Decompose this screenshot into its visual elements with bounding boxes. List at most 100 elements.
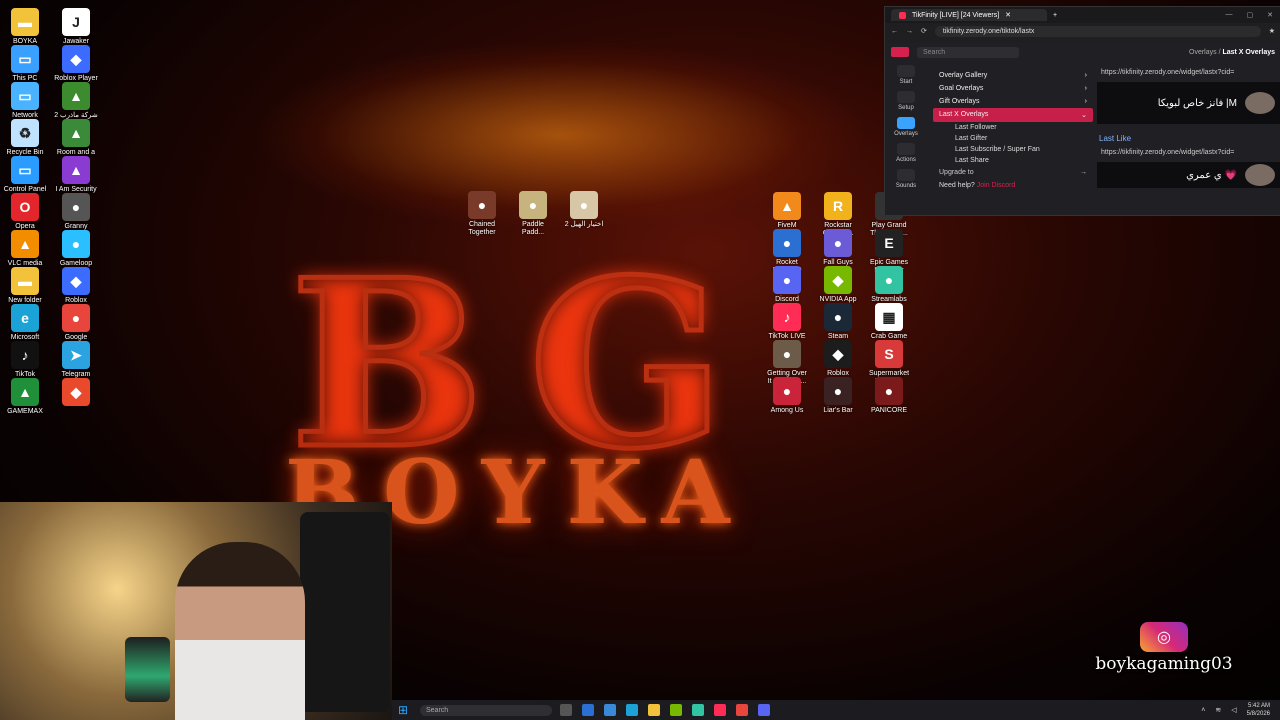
desktop-icon[interactable]: ▲ FiveM — [761, 192, 813, 230]
desktop-icon[interactable]: ● Liar's Bar — [812, 377, 864, 415]
file-explorer-icon[interactable] — [648, 704, 660, 716]
desktop-icon-label: PANICORE — [870, 407, 908, 414]
store-icon[interactable] — [604, 704, 616, 716]
app-icon: ● — [62, 193, 90, 221]
upgrade-button[interactable]: Upgrade to → — [933, 166, 1093, 179]
desktop-icon[interactable]: ● Steam — [812, 303, 864, 341]
clock[interactable]: 5:42 AM 5/8/2026 — [1247, 702, 1270, 718]
desktop-icon[interactable]: ● Chained Together — [456, 191, 508, 237]
desktop-icon[interactable]: ● Fall Guys — [812, 229, 864, 267]
task-view-icon[interactable] — [560, 704, 572, 716]
desktop-icon[interactable]: ▬ BOYKA — [0, 8, 51, 46]
desktop-icon[interactable]: ♻ Recycle Bin — [0, 119, 51, 157]
forward-icon[interactable]: → — [906, 28, 913, 35]
submenu-item[interactable]: Last Follower — [933, 122, 1093, 133]
desktop-icon-label: Among Us — [770, 407, 804, 414]
nav-item-label: Overlays — [894, 131, 918, 137]
taskbar: ⊞ Search ˄ ≋ ◁ 5:42 AM 5/8/2026 — [392, 700, 1280, 720]
browser-tab[interactable]: TikFinity [LIVE] [24 Viewers] ✕ — [891, 9, 1047, 21]
desktop-icon[interactable]: ▦ Crab Game — [863, 303, 915, 341]
windows-start-icon[interactable]: ⊞ — [398, 704, 412, 716]
menu-item-last-x-overlays[interactable]: Last X Overlays ⌄ — [933, 108, 1093, 122]
tab-bar: TikFinity [LIVE] [24 Viewers] ✕ + — ▢ ✕ — [885, 7, 1280, 23]
volume-icon[interactable]: ◁ — [1231, 706, 1236, 714]
desktop-icon[interactable]: ♪ TikTok — [0, 341, 51, 379]
desktop-icon[interactable]: J Jawaker — [50, 8, 102, 46]
edge-icon[interactable] — [626, 704, 638, 716]
streamer — [175, 542, 305, 720]
desktop-icon[interactable]: ➤ Telegram — [50, 341, 102, 379]
copilot-icon[interactable] — [582, 704, 594, 716]
desktop-icon[interactable]: ◆ Roblox Player — [50, 45, 102, 83]
tiktok-live-icon[interactable] — [714, 704, 726, 716]
back-icon[interactable]: ← — [891, 28, 898, 35]
app-icon: ● — [773, 377, 801, 405]
tab-title: TikFinity [LIVE] [24 Viewers] — [912, 11, 1000, 19]
app-icon: ◆ — [62, 45, 90, 73]
widget-url[interactable]: https://tikfinity.zerody.one/widget/last… — [1097, 65, 1280, 80]
widget-url-2[interactable]: https://tikfinity.zerody.one/widget/last… — [1097, 145, 1280, 160]
desktop-icon[interactable]: ▭ Network — [0, 82, 51, 120]
nvidia-icon[interactable] — [670, 704, 682, 716]
taskbar-search[interactable]: Search — [420, 704, 552, 716]
desktop-icon[interactable]: ● Among Us — [761, 377, 813, 415]
close-window-icon[interactable]: ✕ — [1267, 11, 1273, 19]
new-tab-icon[interactable]: + — [1053, 12, 1057, 19]
desktop-icon[interactable]: ● Paddle Padd... — [507, 191, 559, 237]
desktop-icon[interactable]: ◆ Roblox — [50, 267, 102, 305]
minimize-icon[interactable]: — — [1226, 11, 1233, 19]
desktop-icon[interactable]: ◆ — [50, 378, 102, 408]
avatar — [1245, 164, 1275, 186]
desktop-icon[interactable]: ◆ NVIDIA App — [812, 266, 864, 304]
app-icon: ➤ — [62, 341, 90, 369]
nav-item-overlays[interactable]: Overlays — [891, 117, 921, 137]
maximize-icon[interactable]: ▢ — [1247, 11, 1254, 19]
discord-icon[interactable] — [758, 704, 770, 716]
desktop-icon[interactable]: ▬ New folder — [0, 267, 51, 305]
nav-item-setup[interactable]: Setup — [891, 91, 921, 111]
discord-link[interactable]: Join Discord — [977, 182, 1016, 189]
streamlabs-icon[interactable] — [692, 704, 704, 716]
app-icon: S — [875, 340, 903, 368]
desktop-icon[interactable]: ● PANICORE — [863, 377, 915, 415]
breadcrumb-parent[interactable]: Overlays — [1189, 49, 1217, 56]
desktop-icon[interactable]: ▲ GAMEMAX — [0, 378, 51, 416]
url-field[interactable]: tikfinity.zerody.one/tiktok/lastx — [934, 25, 1261, 37]
app-icon: ● — [875, 266, 903, 294]
desktop-icon[interactable]: ● Discord — [761, 266, 813, 304]
app-icon: ▲ — [11, 230, 39, 258]
desktop-icon[interactable]: ● Granny — [50, 193, 102, 231]
app-icon: e — [11, 304, 39, 332]
submenu-item[interactable]: Last Share — [933, 155, 1093, 166]
star-icon[interactable]: ★ — [1269, 27, 1275, 35]
app-icon: ▬ — [11, 8, 39, 36]
chevron-down-icon: ⌄ — [1081, 112, 1087, 119]
menu-item[interactable]: Gift Overlays › — [933, 95, 1093, 108]
desktop-icon[interactable]: ▭ Control Panel — [0, 156, 51, 194]
widget-preview-card: فانز خاص لبويكا |M — [1097, 82, 1280, 124]
tikfinity-icon — [899, 11, 906, 19]
nav-item-actions[interactable]: Actions — [891, 143, 921, 163]
submenu-item[interactable]: Last Subscribe / Super Fan — [933, 144, 1093, 155]
desktop-icon[interactable]: ▲ I Am Security — [50, 156, 102, 194]
submenu-item[interactable]: Last Gifter — [933, 133, 1093, 144]
browser-window[interactable]: TikFinity [LIVE] [24 Viewers] ✕ + — ▢ ✕ … — [884, 6, 1280, 216]
menu-item[interactable]: Goal Overlays › — [933, 82, 1093, 95]
app-icon: ▲ — [11, 378, 39, 406]
close-icon[interactable]: ✕ — [1005, 11, 1011, 19]
desktop-icon-label: اختيار الهيل 2 — [564, 221, 604, 228]
wifi-icon[interactable]: ≋ — [1215, 706, 1221, 714]
nav-item-start[interactable]: Start — [891, 65, 921, 85]
chevron-up-icon[interactable]: ˄ — [1201, 707, 1205, 714]
nav-item-sounds[interactable]: Sounds — [891, 169, 921, 189]
instagram-icon: ◎ — [1140, 622, 1188, 652]
chrome-icon[interactable] — [736, 704, 748, 716]
address-bar: ← → ⟳ tikfinity.zerody.one/tiktok/lastx … — [885, 23, 1280, 39]
desktop-icon[interactable]: ▭ This PC — [0, 45, 51, 83]
desktop-icon[interactable]: ▲ 2 شركة ماذرب — [50, 82, 102, 120]
menu-item[interactable]: Overlay Gallery › — [933, 69, 1093, 82]
reload-icon[interactable]: ⟳ — [921, 27, 927, 35]
desktop-icon[interactable]: ● Gameloop — [50, 230, 102, 268]
desktop-icon[interactable]: ● اختيار الهيل 2 — [558, 191, 610, 229]
search-input[interactable]: Search — [917, 46, 1019, 58]
